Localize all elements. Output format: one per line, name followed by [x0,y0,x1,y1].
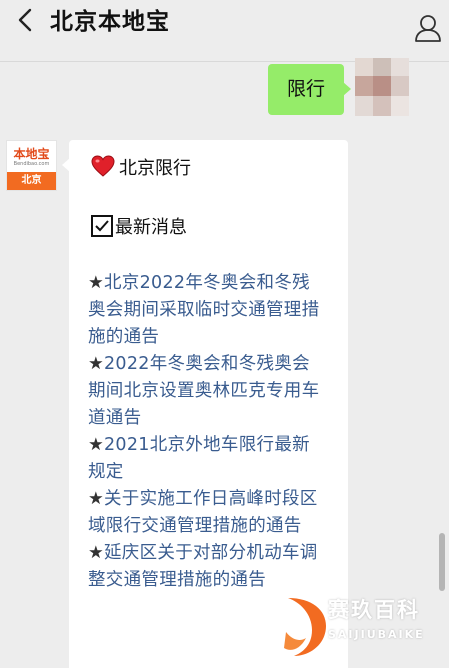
news-link-nonlocal-restriction[interactable]: ★2021北京外地车限行最新规定 [88,432,326,486]
news-link-text[interactable]: 2021北京外地车限行最新规定 [88,435,310,482]
news-link-winter-olympics-traffic[interactable]: ★北京2022年冬奥会和冬残奥会期间采取临时交通管理措施的通告 [88,270,326,351]
top-bar: 北京本地宝 [0,0,449,62]
watermark-latin: SAIJIUBAIKE [328,628,425,641]
user-icon[interactable] [414,13,442,43]
news-link-text[interactable]: 2022年冬奥会和冬残奥会期间北京设置奥林匹克专用车道通告 [88,354,319,428]
card-subhead-text: 最新消息 [115,217,187,238]
card-heading-text: 北京限行 [119,158,191,179]
star-bullet: ★ [88,354,104,374]
heart-icon [91,155,115,177]
my-avatar[interactable] [355,58,409,116]
my-message-bubble[interactable]: 限行 [268,64,351,115]
news-list: ★北京2022年冬奥会和冬残奥会期间采取临时交通管理措施的通告 ★2022年冬奥… [88,270,326,594]
star-bullet: ★ [88,543,104,563]
star-bullet: ★ [88,489,104,509]
card-subhead: 最新消息 [91,213,187,239]
star-bullet: ★ [88,273,104,293]
back-arrow-icon[interactable] [14,6,38,34]
news-link-text[interactable]: 关于实施工作日高峰时段区域限行交通管理措施的通告 [88,489,318,536]
news-link-yanqing-adjustment[interactable]: ★延庆区关于对部分机动车调整交通管理措施的通告 [88,540,326,594]
bendibao-avatar[interactable]: 本地宝 Bendibao.com 北京 [6,140,57,191]
card-heading: 北京限行 [91,154,191,180]
watermark: 赛玖百科 SAIJIUBAIKE [282,588,449,668]
logo-domain: Bendibao.com [13,161,50,167]
star-bullet: ★ [88,435,104,455]
watermark-name: 赛玖百科 [328,598,420,622]
scrollbar[interactable] [439,533,445,591]
logo-city: 北京 [7,172,56,190]
logo-name: 本地宝 [13,147,50,161]
news-link-peak-hour-restriction[interactable]: ★关于实施工作日高峰时段区域限行交通管理措施的通告 [88,486,326,540]
wave-icon [284,598,326,656]
news-link-olympic-lane[interactable]: ★2022年冬奥会和冬残奥会期间北京设置奥林匹克专用车道通告 [88,351,326,432]
chat-title: 北京本地宝 [50,9,170,35]
news-link-text[interactable]: 延庆区关于对部分机动车调整交通管理措施的通告 [88,543,318,590]
checkbox-icon [91,215,113,237]
news-link-text[interactable]: 北京2022年冬奥会和冬残奥会期间采取临时交通管理措施的通告 [88,273,319,347]
